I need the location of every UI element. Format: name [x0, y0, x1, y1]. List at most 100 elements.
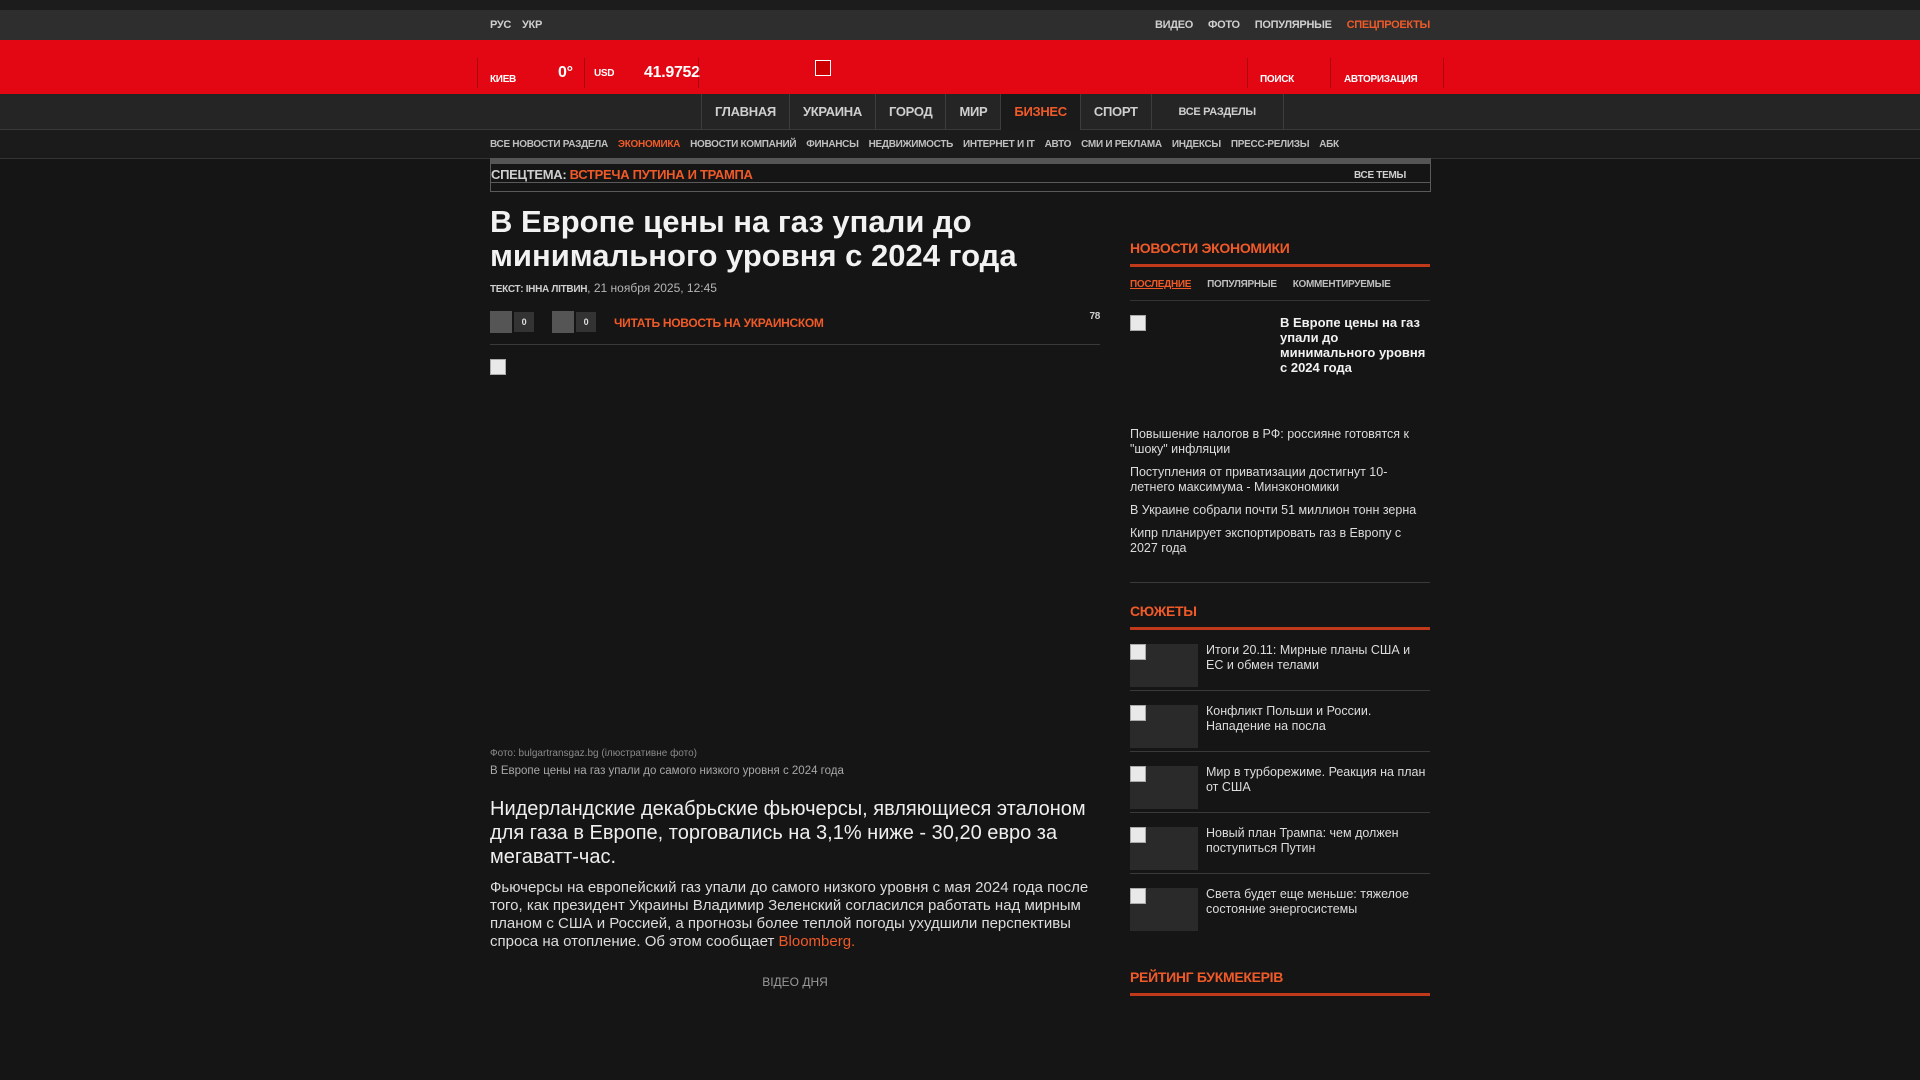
video-of-day-label: ВІДЕО ДНЯ: [762, 975, 828, 989]
top-strip: [0, 0, 1920, 10]
story-item[interactable]: Конфликт Польши и России. Нападение на п…: [1130, 691, 1430, 752]
share-twitter-icon[interactable]: [552, 311, 574, 333]
nav-sport[interactable]: СПОРТ: [1079, 94, 1151, 130]
broken-image-icon: [490, 359, 506, 375]
featured-news[interactable]: В Европе цены на газ упали до минимально…: [1130, 315, 1430, 427]
story-thumbnail: [1130, 705, 1198, 748]
news-list: Повышение налогов в РФ: россияне готовят…: [1130, 427, 1430, 583]
featured-news-title[interactable]: В Европе цены на газ упали до минимально…: [1280, 315, 1430, 375]
subnav-indexes[interactable]: ИНДЕКСЫ: [1172, 139, 1221, 150]
story-item[interactable]: Итоги 20.11: Мирные планы США и ЕС и обм…: [1130, 630, 1430, 691]
popular-link[interactable]: ПОПУЛЯРНЫЕ: [1255, 19, 1332, 31]
nav-home[interactable]: ГЛАВНАЯ: [701, 94, 789, 130]
login-link[interactable]: АВТОРИЗАЦИЯ: [1344, 74, 1418, 85]
economy-news-heading[interactable]: НОВОСТИ ЭКОНОМИКИ: [1130, 240, 1430, 267]
broken-image-icon: [1130, 766, 1146, 782]
list-item[interactable]: В Украине собрали почти 51 миллион тонн …: [1130, 503, 1430, 518]
story-title[interactable]: Новый план Трампа: чем должен поступитьс…: [1206, 826, 1428, 856]
article-photo: [490, 359, 1100, 744]
special-theme-topic[interactable]: ВСТРЕЧА ПУТИНА И ТРАМПА: [570, 167, 753, 182]
nav-business[interactable]: БИЗНЕС: [1000, 94, 1080, 130]
video-link[interactable]: ВИДЕО: [1155, 19, 1193, 31]
specprojects-link[interactable]: СПЕЦПРОЕКТЫ: [1347, 19, 1431, 31]
story-item[interactable]: Новый план Трампа: чем должен поступитьс…: [1130, 813, 1430, 874]
nav-all-sections[interactable]: ВСЕ РАЗДЕЛЫ: [1150, 94, 1284, 130]
divider: [1330, 58, 1331, 88]
special-theme-label: СПЕЦТЕМА:: [491, 167, 567, 182]
story-title[interactable]: Конфликт Польши и России. Нападение на п…: [1206, 704, 1428, 734]
article-date: 21 ноября 2025, 12:45: [593, 281, 717, 295]
share-bar: 0 0 ЧИТАТЬ НОВОСТЬ НА УКРАИНСКОМ 78: [490, 305, 1100, 345]
broken-image-icon: [1130, 644, 1146, 660]
subnav-media-ads[interactable]: СМИ И РЕКЛАМА: [1081, 139, 1162, 150]
subnav-real-estate[interactable]: НЕДВИЖИМОСТЬ: [869, 139, 954, 150]
currency-label: USD: [594, 68, 615, 79]
subnav-economy[interactable]: ЭКОНОМИКА: [618, 139, 680, 150]
article-title: В Европе цены на газ упали до минимально…: [490, 204, 1017, 273]
share-count: 0: [576, 312, 596, 332]
divider: [698, 58, 699, 88]
broken-image-icon: [1130, 827, 1146, 843]
site-logo-icon[interactable]: [815, 60, 831, 76]
article-meta: ТЕКСТ: ІННА ЛІТВИН, 21 ноября 2025, 12:4…: [490, 281, 1100, 295]
featured-image: [1130, 315, 1270, 405]
photo-caption: В Европе цены на газ упали до самого низ…: [490, 765, 844, 777]
photo-credit: Фото: bulgartransgaz.bg (ілюстративне фо…: [490, 748, 698, 759]
story-thumbnail: [1130, 766, 1198, 809]
temperature: 0°: [558, 64, 573, 81]
share-count: 0: [514, 312, 534, 332]
story-item[interactable]: Мир в турборежиме. Реакция на план от СШ…: [1130, 752, 1430, 813]
all-themes-link[interactable]: ВСЕ ТЕМЫ: [1354, 170, 1406, 181]
special-theme-bar: СПЕЦТЕМА: ВСТРЕЧА ПУТИНА И ТРАМПА ВСЕ ТЕ…: [490, 158, 1431, 192]
broken-image-icon: [1130, 888, 1146, 904]
story-title[interactable]: Света будет еще меньше: тяжелое состояни…: [1206, 887, 1428, 917]
story-thumbnail: [1130, 644, 1198, 687]
tab-commented[interactable]: КОММЕНТИРУЕМЫЕ: [1293, 279, 1391, 290]
divider: [584, 58, 585, 88]
lang-ru-link[interactable]: РУС: [490, 19, 511, 31]
divider: [1247, 58, 1248, 88]
list-item[interactable]: Поступления от приватизации достигнут 10…: [1130, 465, 1430, 495]
article-lead: Нидерландские декабрьские фьючерсы, явля…: [490, 798, 1086, 868]
subnav-abk[interactable]: АБК: [1319, 139, 1339, 150]
subnav-auto[interactable]: АВТО: [1045, 139, 1072, 150]
main-nav: ГЛАВНАЯ УКРАИНА ГОРОД МИР БИЗНЕС СПОРТ В…: [0, 94, 1920, 130]
subnav-finance[interactable]: ФИНАНСЫ: [806, 139, 859, 150]
photo-link[interactable]: ФОТО: [1208, 19, 1240, 31]
nav-ukraine[interactable]: УКРАИНА: [788, 94, 875, 130]
divider: [1443, 58, 1444, 88]
special-theme: СПЕЦТЕМА: ВСТРЕЧА ПУТИНА И ТРАМПА: [491, 167, 753, 182]
list-item[interactable]: Кипр планирует экспортировать газ в Евро…: [1130, 526, 1430, 556]
stories-heading[interactable]: СЮЖЕТЫ: [1130, 603, 1430, 630]
news-tabs: ПОСЛЕДНИЕ ПОПУЛЯРНЫЕ КОММЕНТИРУЕМЫЕ: [1130, 279, 1430, 301]
sidebar: НОВОСТИ ЭКОНОМИКИ ПОСЛЕДНИЕ ПОПУЛЯРНЫЕ К…: [1130, 240, 1430, 996]
top-bar: РУС УКР ВИДЕО ФОТО ПОПУЛЯРНЫЕ СПЕЦПРОЕКТ…: [0, 10, 1920, 40]
subnav-company-news[interactable]: НОВОСТИ КОМПАНИЙ: [690, 139, 797, 150]
bookmakers-heading[interactable]: РЕЙТИНГ БУКМЕКЕРІВ: [1130, 969, 1430, 996]
article-author[interactable]: ТЕКСТ: ІННА ЛІТВИН: [490, 284, 587, 295]
lang-ua-link[interactable]: УКР: [522, 19, 542, 31]
subnav-press-releases[interactable]: ПРЕСС-РЕЛИЗЫ: [1231, 139, 1310, 150]
broken-image-icon: [1130, 705, 1146, 721]
nav-city[interactable]: ГОРОД: [874, 94, 946, 130]
divider: [491, 182, 1430, 183]
subnav-internet-it[interactable]: ИНТЕРНЕТ И IT: [963, 139, 1035, 150]
story-thumbnail: [1130, 827, 1198, 870]
meta-separator: ,: [587, 281, 594, 295]
header: КИЕВ 0° USD 41.9752 ПОИСК АВТОРИЗАЦИЯ: [0, 40, 1920, 94]
share-facebook-icon[interactable]: [490, 311, 512, 333]
tab-latest[interactable]: ПОСЛЕДНИЕ: [1130, 279, 1191, 290]
top-links: ВИДЕО ФОТО ПОПУЛЯРНЫЕ СПЕЦПРОЕКТЫ: [1155, 19, 1430, 31]
story-title[interactable]: Мир в турборежиме. Реакция на план от СШ…: [1206, 765, 1428, 795]
sub-nav: ВСЕ НОВОСТИ РАЗДЕЛА ЭКОНОМИКА НОВОСТИ КО…: [0, 130, 1920, 159]
source-link[interactable]: Bloomberg.: [779, 933, 856, 950]
tab-popular[interactable]: ПОПУЛЯРНЫЕ: [1207, 279, 1277, 290]
search-link[interactable]: ПОИСК: [1260, 74, 1294, 85]
story-item[interactable]: Света будет еще меньше: тяжелое состояни…: [1130, 874, 1430, 935]
nav-world[interactable]: МИР: [945, 94, 1000, 130]
story-title[interactable]: Итоги 20.11: Мирные планы США и ЕС и обм…: [1206, 643, 1428, 673]
list-item[interactable]: Повышение налогов в РФ: россияне готовят…: [1130, 427, 1430, 457]
story-thumbnail: [1130, 888, 1198, 931]
subnav-all-news[interactable]: ВСЕ НОВОСТИ РАЗДЕЛА: [490, 139, 608, 150]
read-in-ukrainian-link[interactable]: ЧИТАТЬ НОВОСТЬ НА УКРАИНСКОМ: [614, 316, 824, 330]
